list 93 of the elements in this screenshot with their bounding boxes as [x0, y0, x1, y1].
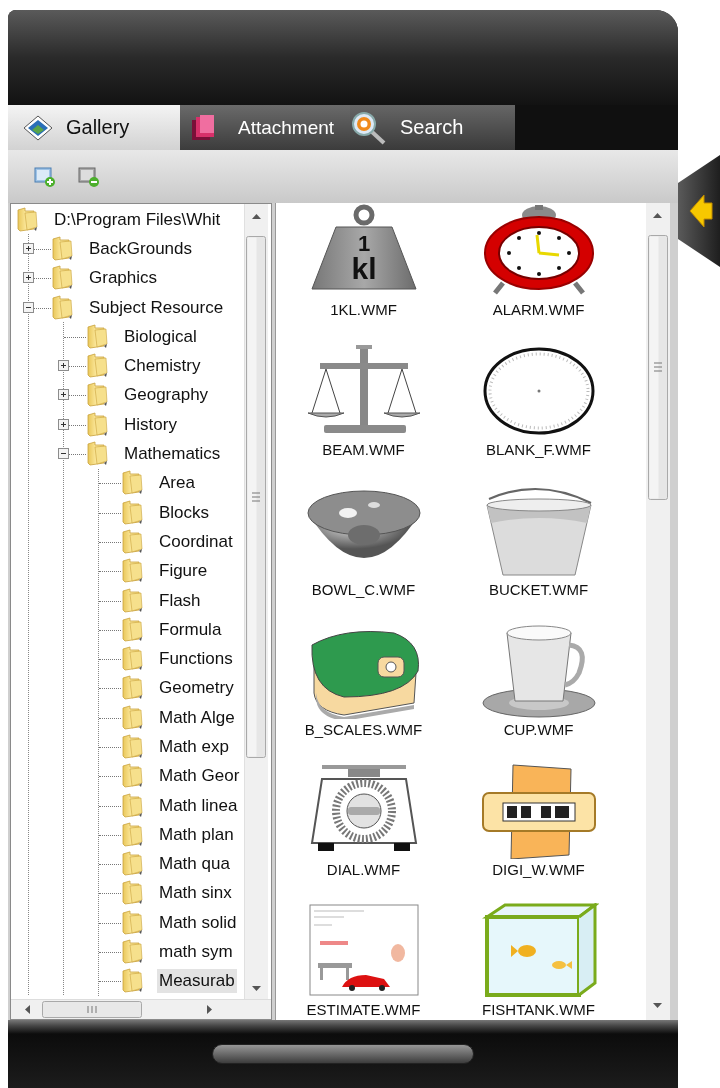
file-name: BUCKET.WMF — [488, 581, 589, 599]
expand-toggle[interactable] — [58, 418, 69, 430]
scroll-left-arrow[interactable] — [25, 1005, 30, 1014]
tree-item[interactable]: Flash — [157, 588, 203, 613]
tree-item[interactable]: Math linea — [157, 793, 240, 818]
collapse-toggle[interactable] — [23, 301, 34, 313]
tree-item[interactable]: Blocks — [157, 500, 212, 525]
folder-icon — [121, 968, 143, 995]
scrollbar-thumb[interactable] — [648, 235, 668, 500]
file-name: 1KL.WMF — [330, 301, 397, 319]
scroll-up-arrow[interactable] — [653, 213, 662, 218]
file-name: BEAM.WMF — [322, 441, 405, 459]
scrollbar-thumb[interactable] — [42, 1001, 142, 1018]
folder-icon — [51, 265, 73, 292]
vertical-scrollbar[interactable] — [244, 204, 268, 999]
tree-item[interactable]: Subject Resource — [87, 295, 226, 320]
tree-item[interactable]: D:\Program Files\Whit — [52, 207, 223, 232]
folder-icon — [121, 909, 143, 936]
tree-item[interactable]: Formula — [157, 617, 224, 642]
file-name: ESTIMATE.WMF — [306, 1001, 421, 1019]
folder-icon — [51, 235, 73, 262]
tree-item[interactable]: Math qua — [157, 852, 232, 877]
folder-icon — [121, 646, 143, 673]
folder-icon — [121, 704, 143, 731]
folder-icon — [121, 558, 143, 585]
folder-icon — [16, 206, 38, 233]
folder-icon — [121, 734, 143, 760]
tree-item[interactable]: Functions — [157, 647, 235, 672]
tab[interactable]: Search — [350, 105, 515, 150]
file-name: CUP.WMF — [503, 721, 574, 739]
tree-item[interactable]: Math solid — [157, 910, 239, 935]
folder-icon — [86, 441, 108, 467]
tree-item[interactable]: Coordinat — [157, 529, 235, 554]
tree-item[interactable]: math sym — [157, 940, 235, 965]
expand-toggle[interactable] — [23, 272, 34, 284]
tree-item[interactable]: Measurab — [157, 969, 237, 994]
file-name: BOWL_C.WMF — [311, 581, 416, 599]
file-name: FISHTANK.WMF — [481, 1001, 595, 1019]
tree-item[interactable]: Graphics — [87, 266, 160, 291]
expand-toggle[interactable] — [58, 360, 69, 372]
tree-item[interactable]: Figure — [157, 559, 210, 584]
folder-icon — [121, 528, 143, 555]
scroll-down-arrow[interactable] — [252, 986, 261, 991]
tree-item[interactable]: Mathematics — [122, 442, 223, 466]
folder-icon — [121, 939, 143, 966]
folder-icon — [86, 353, 108, 380]
search-icon — [350, 109, 386, 146]
tree-item[interactable]: BackGrounds — [87, 236, 194, 261]
tree-item[interactable]: History — [122, 412, 179, 437]
scroll-right-arrow[interactable] — [207, 1005, 212, 1014]
tree-item[interactable]: Math Alge — [157, 705, 237, 730]
tab[interactable]: Gallery — [8, 105, 180, 150]
folder-icon — [121, 470, 143, 497]
folder-icon — [121, 851, 143, 878]
resize-handle[interactable] — [212, 1044, 474, 1064]
folder-icon — [86, 382, 108, 409]
collapse-panel-tab[interactable] — [678, 155, 720, 267]
file-name: B_SCALES.WMF — [304, 721, 423, 739]
folder-icon — [121, 616, 143, 643]
tree-item[interactable]: Math Geor — [157, 764, 242, 789]
collapse-toggle[interactable] — [58, 448, 69, 459]
tree-item[interactable]: Math exp — [157, 735, 231, 759]
tree-item[interactable]: Geography — [122, 383, 211, 408]
expand-toggle[interactable] — [58, 389, 69, 401]
scroll-down-arrow[interactable] — [653, 1003, 662, 1008]
file-name: BLANK_F.WMF — [486, 441, 591, 459]
file-name: DIAL.WMF — [326, 861, 401, 879]
horizontal-scrollbar[interactable] — [11, 999, 271, 1019]
folder-icon — [121, 587, 143, 614]
folder-icon — [121, 763, 143, 790]
folder-icon — [121, 821, 143, 848]
tree-item[interactable]: Area — [157, 471, 197, 496]
folder-icon — [121, 792, 143, 819]
vertical-scrollbar[interactable] — [646, 203, 670, 1020]
file-name: DIGI_W.WMF — [492, 861, 585, 879]
folder-icon — [51, 294, 73, 321]
tree-item[interactable]: Geometry — [157, 676, 236, 701]
folder-icon — [86, 411, 108, 438]
expand-toggle[interactable] — [23, 242, 34, 254]
remove-image-button[interactable] — [78, 165, 100, 188]
tree-item[interactable]: Chemistry — [122, 354, 203, 379]
tree-item[interactable]: Biological — [122, 324, 199, 349]
folder-icon — [121, 675, 143, 702]
folder-icon — [86, 323, 108, 350]
folder-icon — [121, 499, 143, 526]
folder-icon — [121, 880, 143, 907]
tree-item[interactable]: Math plan — [157, 822, 236, 847]
tree-item[interactable]: Math sinx — [157, 881, 234, 906]
tab[interactable]: Attachment — [180, 105, 350, 150]
add-image-button[interactable] — [34, 165, 56, 188]
file-name: ALARM.WMF — [492, 301, 585, 319]
scrollbar-thumb[interactable] — [246, 236, 266, 758]
scroll-up-arrow[interactable] — [252, 214, 261, 219]
